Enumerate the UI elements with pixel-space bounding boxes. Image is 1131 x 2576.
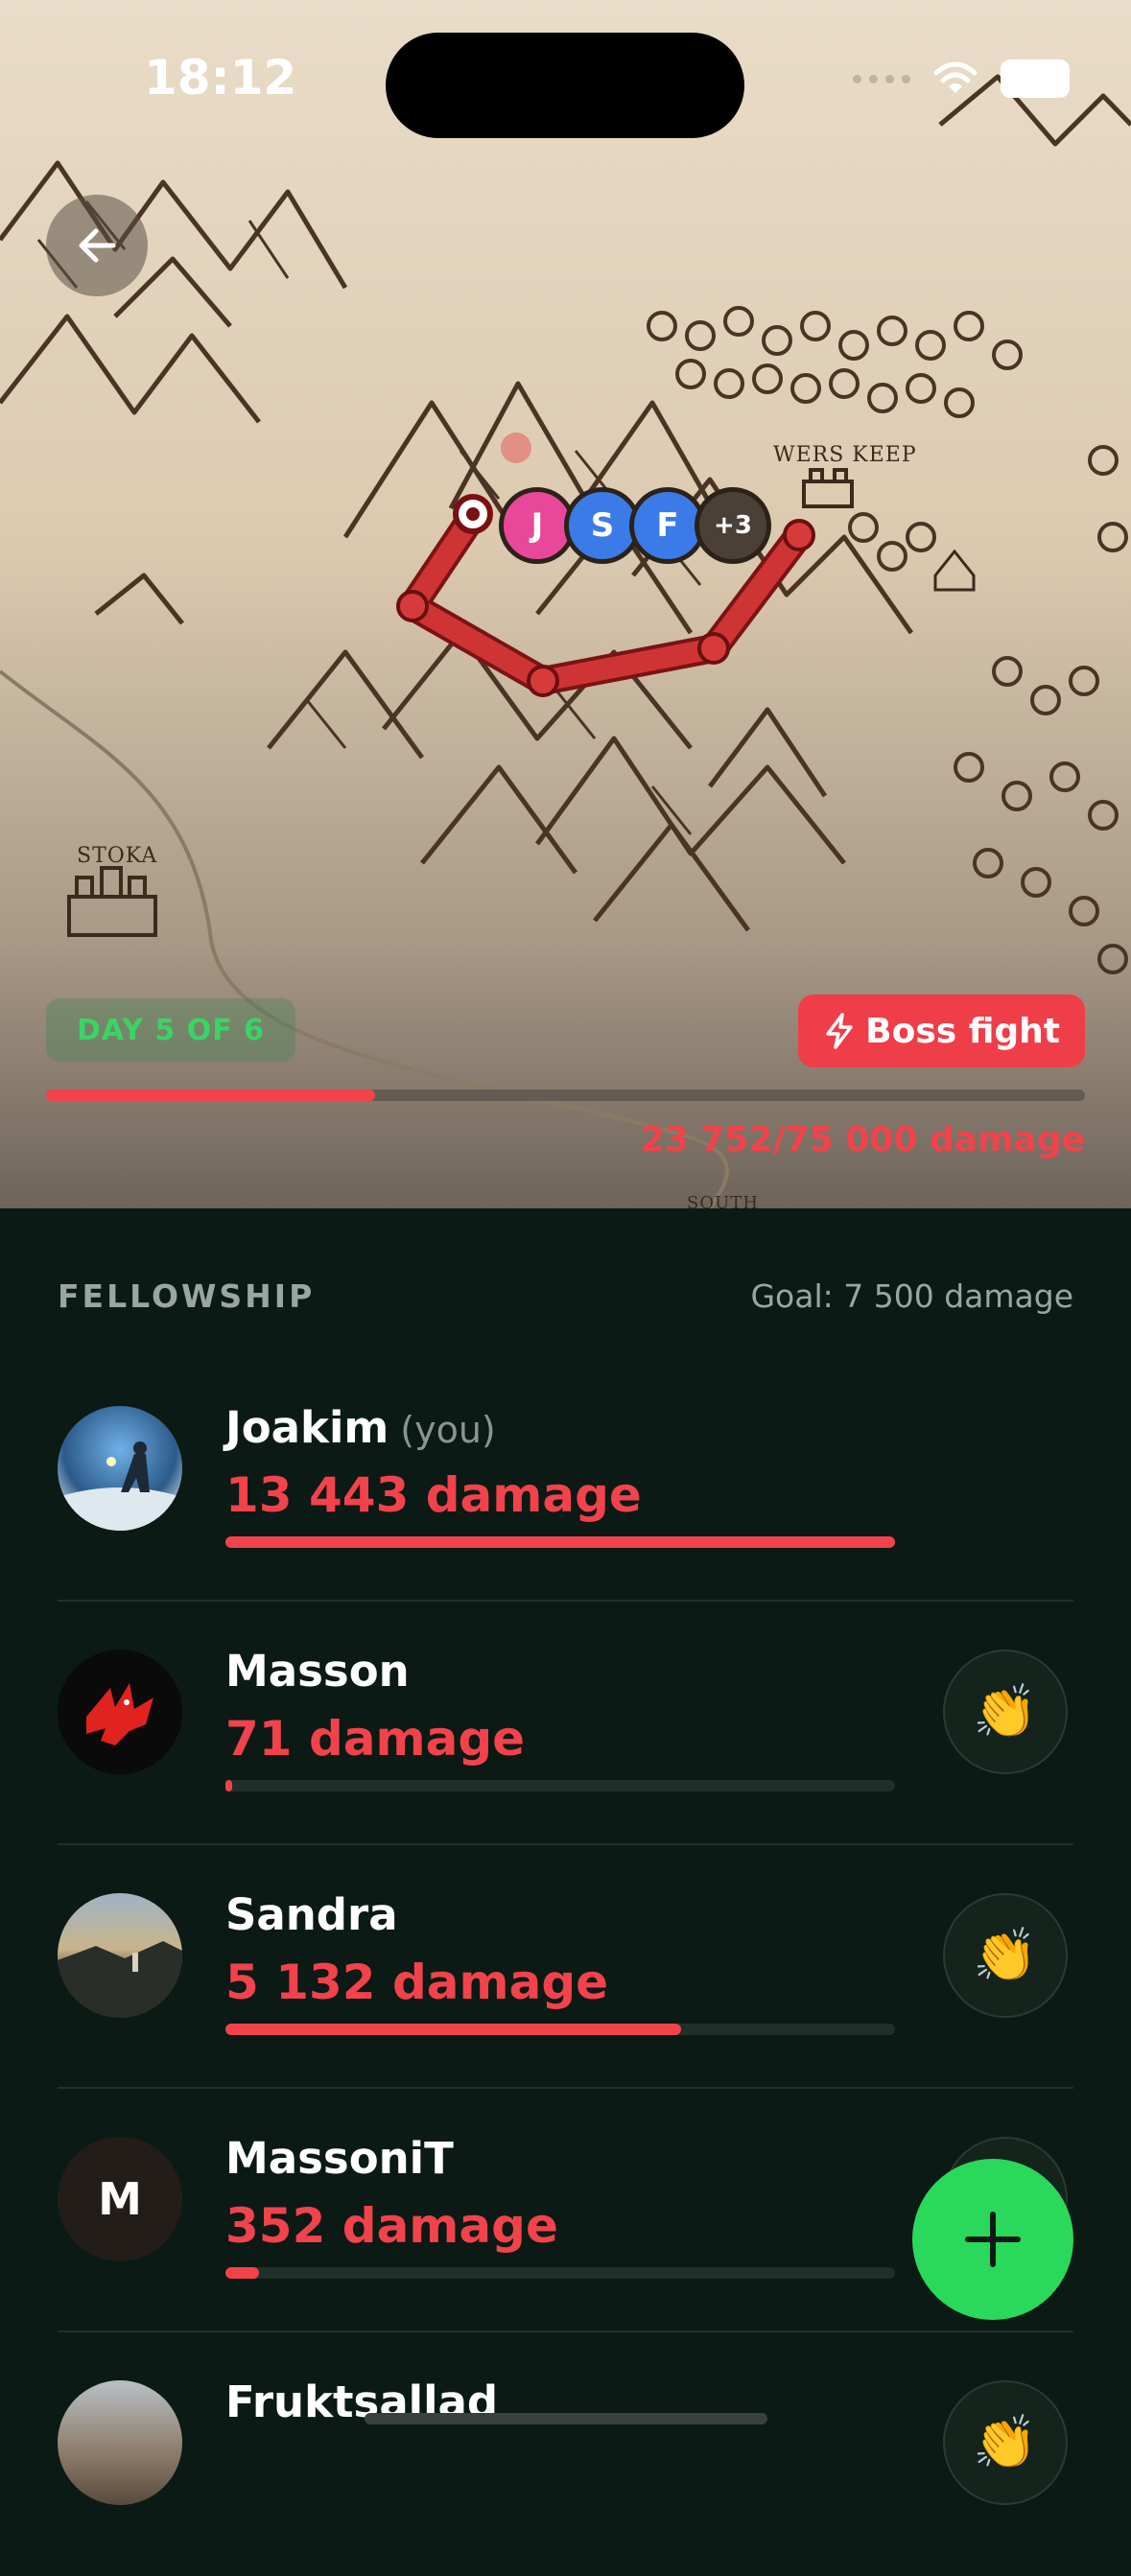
member-name: Joakim (you) [225,1402,496,1453]
boss-progress-fill [46,1089,375,1101]
avatar: M [58,2137,182,2261]
wifi-icon [933,61,978,93]
lightning-icon [826,1013,853,1049]
signal-icon [853,74,910,83]
dynamic-island [386,33,744,138]
member-damage: 13 443 damage [225,1467,642,1523]
member-row[interactable]: Masson 71 damage 👏 [58,1602,1073,1845]
avatar [58,2380,182,2505]
arrow-left-icon [79,228,116,263]
member-progress-fill [225,1536,895,1548]
clap-button[interactable]: 👏 [943,1893,1068,2018]
clap-button[interactable]: 👏 [943,2380,1068,2505]
boss-fight-badge[interactable]: Boss fight [798,995,1085,1067]
member-progress-fill [225,2024,681,2035]
avatar [58,1650,182,1774]
route-waypoint [697,632,730,665]
member-row[interactable]: Joakim (you) 13 443 damage [58,1358,1073,1602]
plus-icon [965,2212,1021,2267]
map-view[interactable]: WERS KEEP STOKA SOUTH 18:12 J S F +3 DAY… [0,0,1131,1208]
boss-marker [501,433,531,463]
route-party-avatars: J S F +3 [499,487,771,564]
place-label: SOUTH [687,1193,759,1208]
dragon-icon [86,1683,153,1745]
clap-icon: 👏 [973,1681,1038,1742]
status-icons [853,59,1070,98]
clap-icon: 👏 [973,1925,1038,1985]
member-name: Sandra [225,1889,398,1940]
member-row[interactable]: Sandra 5 132 damage 👏 [58,1845,1073,2089]
member-progress-bar [225,1780,895,1791]
place-label: WERS KEEP [773,443,917,467]
boss-progress-bar [46,1089,1085,1101]
route-waypoint [396,590,429,622]
member-row[interactable]: Fruktsallad 👏 [58,2332,1073,2576]
member-damage: 71 damage [225,1711,526,1767]
status-time: 18:12 [144,50,297,105]
member-damage: 352 damage [225,2198,558,2254]
place-label: STOKA [77,844,158,868]
member-name: Masson [225,1646,410,1697]
day-badge: DAY 5 OF 6 [46,998,296,1062]
add-button[interactable] [912,2159,1073,2320]
member-progress-fill [225,1780,232,1791]
member-name: MassoniT [225,2133,454,2184]
boss-progress-text: 23 752/75 000 damage [640,1120,1085,1159]
member-progress-bar [225,2024,895,2035]
party-more-count: +3 [695,487,771,564]
avatar [58,1406,182,1531]
member-progress-bar [225,1536,895,1548]
member-progress-bar [225,2267,895,2279]
member-progress-fill [225,2267,259,2279]
member-damage: 5 132 damage [225,1955,609,2010]
home-indicator [365,2413,767,2424]
clap-button[interactable]: 👏 [943,1650,1068,1774]
back-button[interactable] [46,195,148,296]
section-title: FELLOWSHIP [58,1277,316,1315]
avatar [58,1893,182,2018]
goal-text: Goal: 7 500 damage [750,1277,1073,1315]
boss-fight-label: Boss fight [865,1011,1060,1051]
route-waypoint [783,519,815,551]
clap-icon: 👏 [973,2412,1038,2472]
battery-icon [1001,59,1070,98]
route-waypoint [527,665,559,697]
